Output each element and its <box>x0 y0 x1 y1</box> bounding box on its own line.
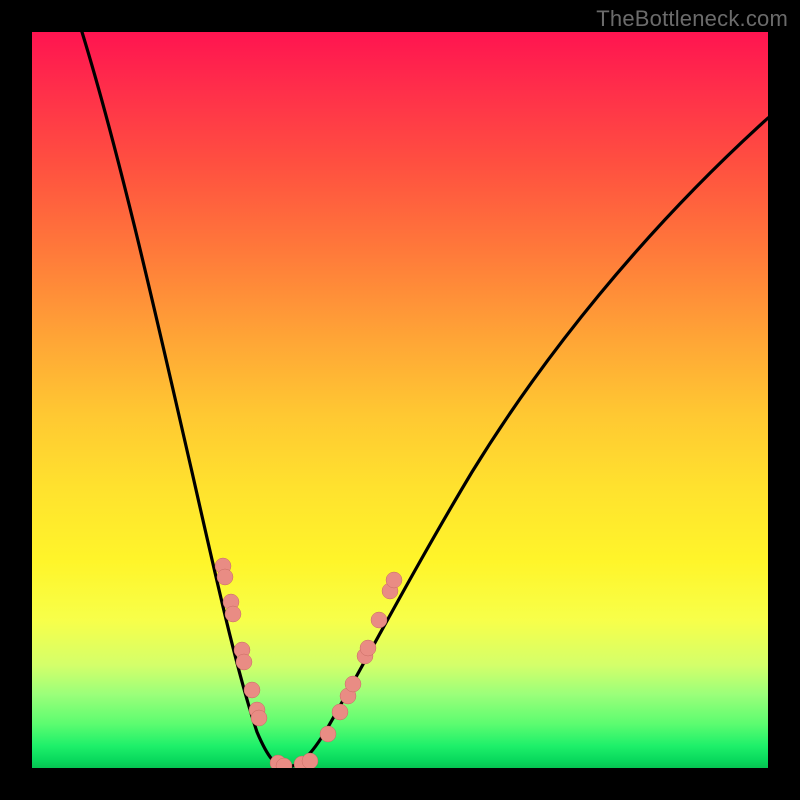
marker-dot <box>225 606 241 622</box>
marker-dot <box>332 704 348 720</box>
curve-svg <box>32 32 768 768</box>
marker-dots <box>215 558 402 768</box>
plot-area <box>32 32 768 768</box>
chart-frame: TheBottleneck.com <box>0 0 800 800</box>
marker-dot <box>371 612 387 628</box>
marker-dot <box>302 753 318 768</box>
marker-dot <box>320 726 336 742</box>
bottleneck-curve <box>82 32 768 767</box>
marker-dot <box>244 682 260 698</box>
marker-dot <box>251 710 267 726</box>
watermark-text: TheBottleneck.com <box>596 6 788 32</box>
marker-dot <box>345 676 361 692</box>
marker-dot <box>386 572 402 588</box>
marker-dot <box>236 654 252 670</box>
marker-dot <box>217 569 233 585</box>
marker-dot <box>360 640 376 656</box>
